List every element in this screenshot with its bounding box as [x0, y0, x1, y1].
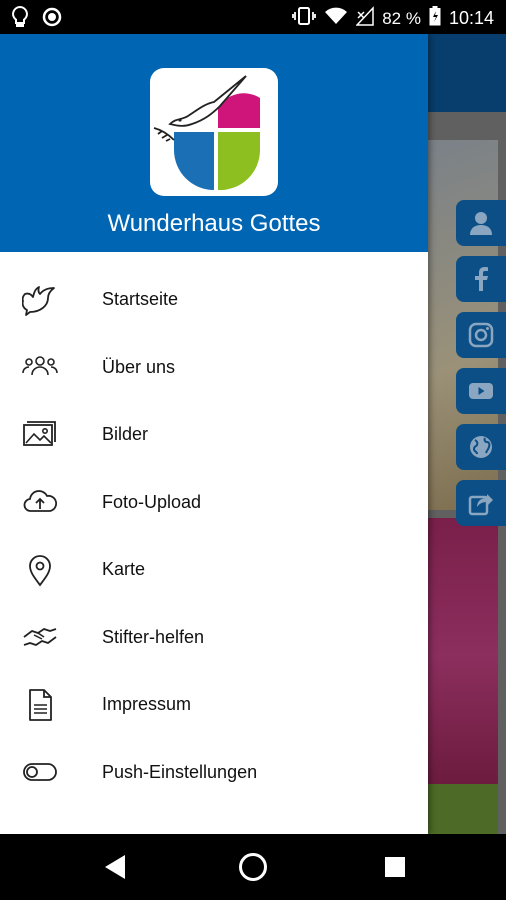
map-pin-icon	[20, 550, 60, 590]
share-button[interactable]	[456, 480, 506, 526]
group-icon	[20, 347, 60, 387]
menu-item-label: Bilder	[102, 424, 149, 445]
app-logo	[150, 68, 278, 196]
back-icon	[105, 855, 125, 879]
menu-item-label: Startseite	[102, 289, 179, 310]
person-icon	[470, 212, 492, 235]
menu-item-label: Push-Einstellungen	[102, 761, 258, 782]
menu-item-stifter-helfen[interactable]: Stifter-helfen	[0, 604, 428, 672]
battery-icon	[429, 6, 441, 31]
menu-item-startseite[interactable]: Startseite	[0, 266, 428, 334]
signal-icon	[355, 6, 374, 31]
vibrate-icon	[292, 6, 317, 31]
menu-item-label: Foto-Upload	[102, 491, 202, 512]
facebook-button[interactable]	[456, 256, 506, 302]
menu-item-label: Über uns	[102, 356, 176, 377]
menu-item-label: Stifter-helfen	[102, 626, 205, 647]
lightbulb-icon	[12, 5, 28, 33]
background-photo	[428, 518, 498, 794]
clock-time: 10:14	[448, 8, 494, 28]
menu-item-impressum[interactable]: Impressum	[0, 671, 428, 739]
menu-item-ueber-uns[interactable]: Über uns	[0, 334, 428, 402]
recents-icon	[385, 857, 405, 877]
recents-button[interactable]	[380, 852, 410, 882]
system-navigation-bar	[0, 834, 506, 900]
profile-button[interactable]	[456, 200, 506, 246]
menu-item-label: Impressum	[102, 694, 192, 715]
back-button[interactable]	[100, 852, 130, 882]
menu-item-label: Karte	[102, 559, 146, 580]
images-icon	[20, 415, 60, 455]
navigation-drawer: Wunderhaus Gottes Startseite Über uns Bi…	[0, 34, 428, 834]
youtube-button[interactable]	[456, 368, 506, 414]
status-bar: 82 % 10:14	[0, 0, 506, 34]
handshake-icon	[20, 617, 60, 657]
battery-text: 82 %	[382, 8, 421, 28]
drawer-header: Wunderhaus Gottes	[0, 34, 428, 252]
menu-item-foto-upload[interactable]: Foto-Upload	[0, 469, 428, 537]
menu-item-push-einstellungen[interactable]: Push-Einstellungen	[0, 739, 428, 807]
home-button[interactable]	[238, 852, 268, 882]
instagram-button[interactable]	[456, 312, 506, 358]
record-icon	[42, 7, 62, 32]
drawer-menu: Startseite Über uns Bilder Foto-Upload K…	[0, 266, 428, 806]
menu-item-karte[interactable]: Karte	[0, 536, 428, 604]
share-icon	[468, 494, 493, 516]
menu-item-bilder[interactable]: Bilder	[0, 401, 428, 469]
dove-icon	[20, 280, 60, 320]
instagram-icon	[468, 322, 494, 348]
document-icon	[20, 685, 60, 725]
wifi-icon	[324, 6, 348, 31]
youtube-icon	[469, 383, 493, 399]
app-title: Wunderhaus Gottes	[107, 210, 321, 237]
globe-icon	[470, 436, 492, 458]
website-button[interactable]	[456, 424, 506, 470]
toggle-icon	[20, 752, 60, 792]
background-photo	[428, 784, 498, 834]
home-icon	[239, 853, 267, 881]
facebook-icon	[475, 267, 488, 291]
cloud-upload-icon	[20, 482, 60, 522]
